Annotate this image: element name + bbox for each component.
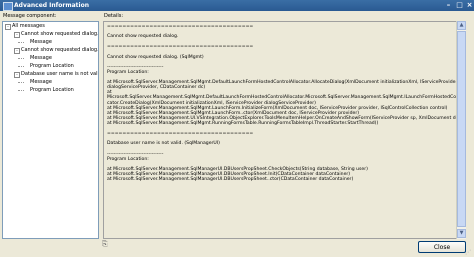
message-component-label: Message component: [3, 13, 57, 19]
tree-item[interactable]: Program Location [30, 87, 74, 93]
tree-connector [18, 90, 24, 91]
tree-item[interactable]: Program Location [30, 63, 74, 69]
details-line: Cannot show requested dialog. (SqlMgmt) [107, 54, 204, 60]
details-line: at Microsoft.SqlServer.Management.SqlMan… [107, 177, 354, 182]
details-line: ====================================== [107, 24, 254, 29]
details-line: Database user name is not valid. (SqlMan… [107, 141, 220, 147]
copy-icon[interactable]: ⎘ [102, 240, 110, 248]
tree-expander-icon[interactable]: - [14, 48, 20, 54]
message-tree[interactable]: - All messages - Cannot show requested dial… [2, 21, 99, 239]
tree-connector [18, 66, 24, 67]
tree-item[interactable]: Cannot show requested dialog. [21, 31, 98, 37]
close-button[interactable]: Close [418, 241, 466, 253]
tree-connector [18, 82, 24, 83]
minimize-icon[interactable]: – [444, 1, 453, 10]
details-line: Program Location: [107, 156, 149, 162]
app-icon [3, 2, 13, 11]
tree-item[interactable]: Message [30, 55, 52, 61]
tree-item[interactable]: Cannot show requested dialog. [21, 47, 98, 53]
details-label: Details: [104, 13, 124, 19]
details-textbox[interactable]: ====================================== Ca… [103, 21, 457, 239]
details-line: Cannot show requested dialog. [107, 34, 179, 40]
details-line: Program Location: [107, 69, 149, 75]
tree-item[interactable]: Message [30, 79, 52, 85]
resize-grip-icon[interactable]: ⋰ [465, 249, 473, 257]
tree-item[interactable]: Message [30, 39, 52, 45]
title-bar[interactable]: Advanced Information – □ × [0, 0, 474, 11]
maximize-icon[interactable]: □ [455, 1, 464, 10]
details-scrollbar[interactable]: ▲ ▼ [456, 21, 466, 239]
details-line: ====================================== [107, 44, 254, 50]
tree-connector [18, 58, 24, 59]
tree-expander-icon[interactable]: - [5, 24, 11, 30]
details-line: at Microsoft.SqlServer.Management.SqlMgm… [107, 120, 379, 126]
tree-expander-icon[interactable]: - [14, 72, 20, 78]
scroll-up-icon[interactable]: ▲ [457, 21, 466, 30]
scroll-down-icon[interactable]: ▼ [457, 229, 466, 238]
details-line: dialogServiceProvider, CDataContainer dc… [107, 85, 206, 91]
tree-item[interactable]: All messages [12, 23, 45, 29]
splitter[interactable] [99, 20, 102, 238]
scroll-thumb[interactable] [457, 31, 466, 227]
close-icon[interactable]: × [465, 1, 474, 10]
tree-connector [18, 42, 24, 43]
details-line: ====================================== [107, 131, 254, 137]
tree-expander-icon[interactable]: - [14, 32, 20, 38]
tree-item[interactable]: Database user name is not valid. [21, 71, 98, 77]
window-title: Advanced Information [14, 2, 89, 9]
